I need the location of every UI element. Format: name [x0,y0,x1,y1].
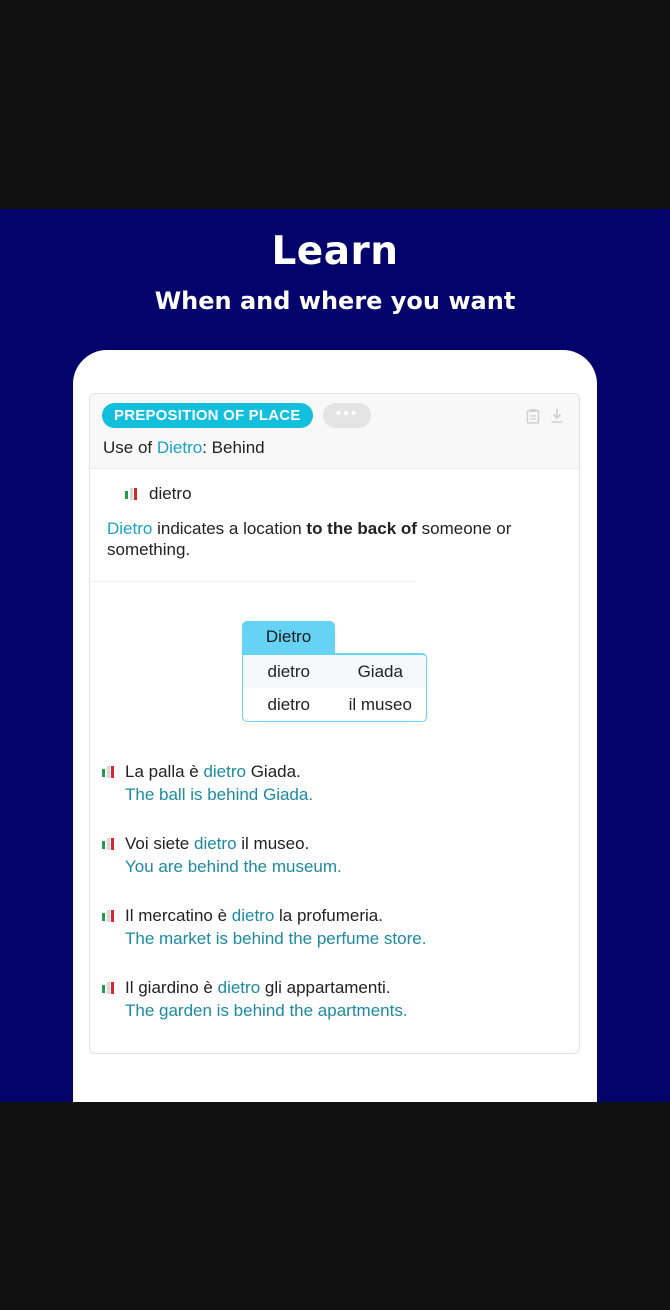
example-highlight: dietro [203,762,246,781]
card-header: PREPOSITION OF PLACE ••• Use of Dietro: … [90,394,579,469]
table-cell: Giada [357,661,403,681]
heading-word: Dietro [156,438,203,457]
example-english: The garden is behind the apartments. [125,1001,408,1020]
example-italian-post: gli appartamenti. [260,978,391,997]
category-badge[interactable]: PREPOSITION OF PLACE [102,403,313,428]
bottom-letterbox [0,1102,670,1310]
table-body: dietro Giada dietro il museo [242,653,427,722]
example-italian-pre: Il mercatino è [125,906,232,925]
italy-flag-icon [102,982,114,994]
download-icon[interactable] [550,408,564,424]
more-options-button[interactable]: ••• [323,403,371,428]
divider [90,581,416,582]
example-english: You are behind the museum. [125,857,342,876]
example-list: La palla è dietro Giada. The ball is beh… [102,760,562,1048]
example-italian-pre: La palla è [125,762,204,781]
word-entry[interactable]: dietro [125,484,192,504]
example-italian: La palla è dietro Giada. [125,760,562,783]
definition-bold: to the back of [306,519,417,538]
example-english: The market is behind the perfume store. [125,929,427,948]
table-row: dietro Giada [243,655,426,688]
italy-flag-icon [102,766,114,778]
example-item[interactable]: Il mercatino è dietro la profumeria. The… [102,904,562,976]
clipboard-icon[interactable] [526,408,540,424]
example-italian-post: il museo. [236,834,310,853]
definition-text: Dietro indicates a location to the back … [107,518,557,560]
promo-panel: Learn When and where you want PREPOSITIO… [0,209,670,1102]
italy-flag-icon [102,910,114,922]
phone-frame: PREPOSITION OF PLACE ••• Use of Dietro: … [73,350,597,1102]
top-letterbox [0,0,670,209]
definition-word: Dietro [107,519,153,538]
italy-flag-icon [125,488,137,500]
heading-prefix: Use of [103,438,157,457]
example-item[interactable]: La palla è dietro Giada. The ball is beh… [102,760,562,832]
example-italian-post: la profumeria. [274,906,383,925]
example-item[interactable]: Il giardino è dietro gli appartamenti. T… [102,976,562,1048]
example-italian: Voi siete dietro il museo. [125,832,562,855]
example-italian: Il giardino è dietro gli appartamenti. [125,976,562,999]
heading-suffix: : Behind [202,438,265,457]
example-highlight: dietro [194,834,237,853]
conjugation-table: Dietro dietro Giada dietro il museo [242,621,427,722]
example-item[interactable]: Voi siete dietro il museo. You are behin… [102,832,562,904]
definition-pre: indicates a location [152,519,307,538]
example-italian: Il mercatino è dietro la profumeria. [125,904,562,927]
table-row: dietro il museo [243,688,426,721]
table-cell: il museo [348,694,412,714]
example-italian-pre: Voi siete [125,834,194,853]
example-highlight: dietro [217,978,261,997]
example-english: The ball is behind Giada. [125,785,314,804]
card-heading: Use of Dietro: Behind [103,438,265,458]
table-header: Dietro [242,621,335,653]
table-cell: dietro [267,694,311,714]
lesson-card: PREPOSITION OF PLACE ••• Use of Dietro: … [89,393,580,1054]
word-text: dietro [149,484,192,503]
example-italian-post: Giada. [245,762,301,781]
table-cell: dietro [267,661,311,681]
example-italian-pre: Il giardino è [125,978,218,997]
example-highlight: dietro [231,906,275,925]
promo-title: Learn [271,229,399,274]
promo-subtitle: When and where you want [154,287,516,315]
italy-flag-icon [102,838,114,850]
